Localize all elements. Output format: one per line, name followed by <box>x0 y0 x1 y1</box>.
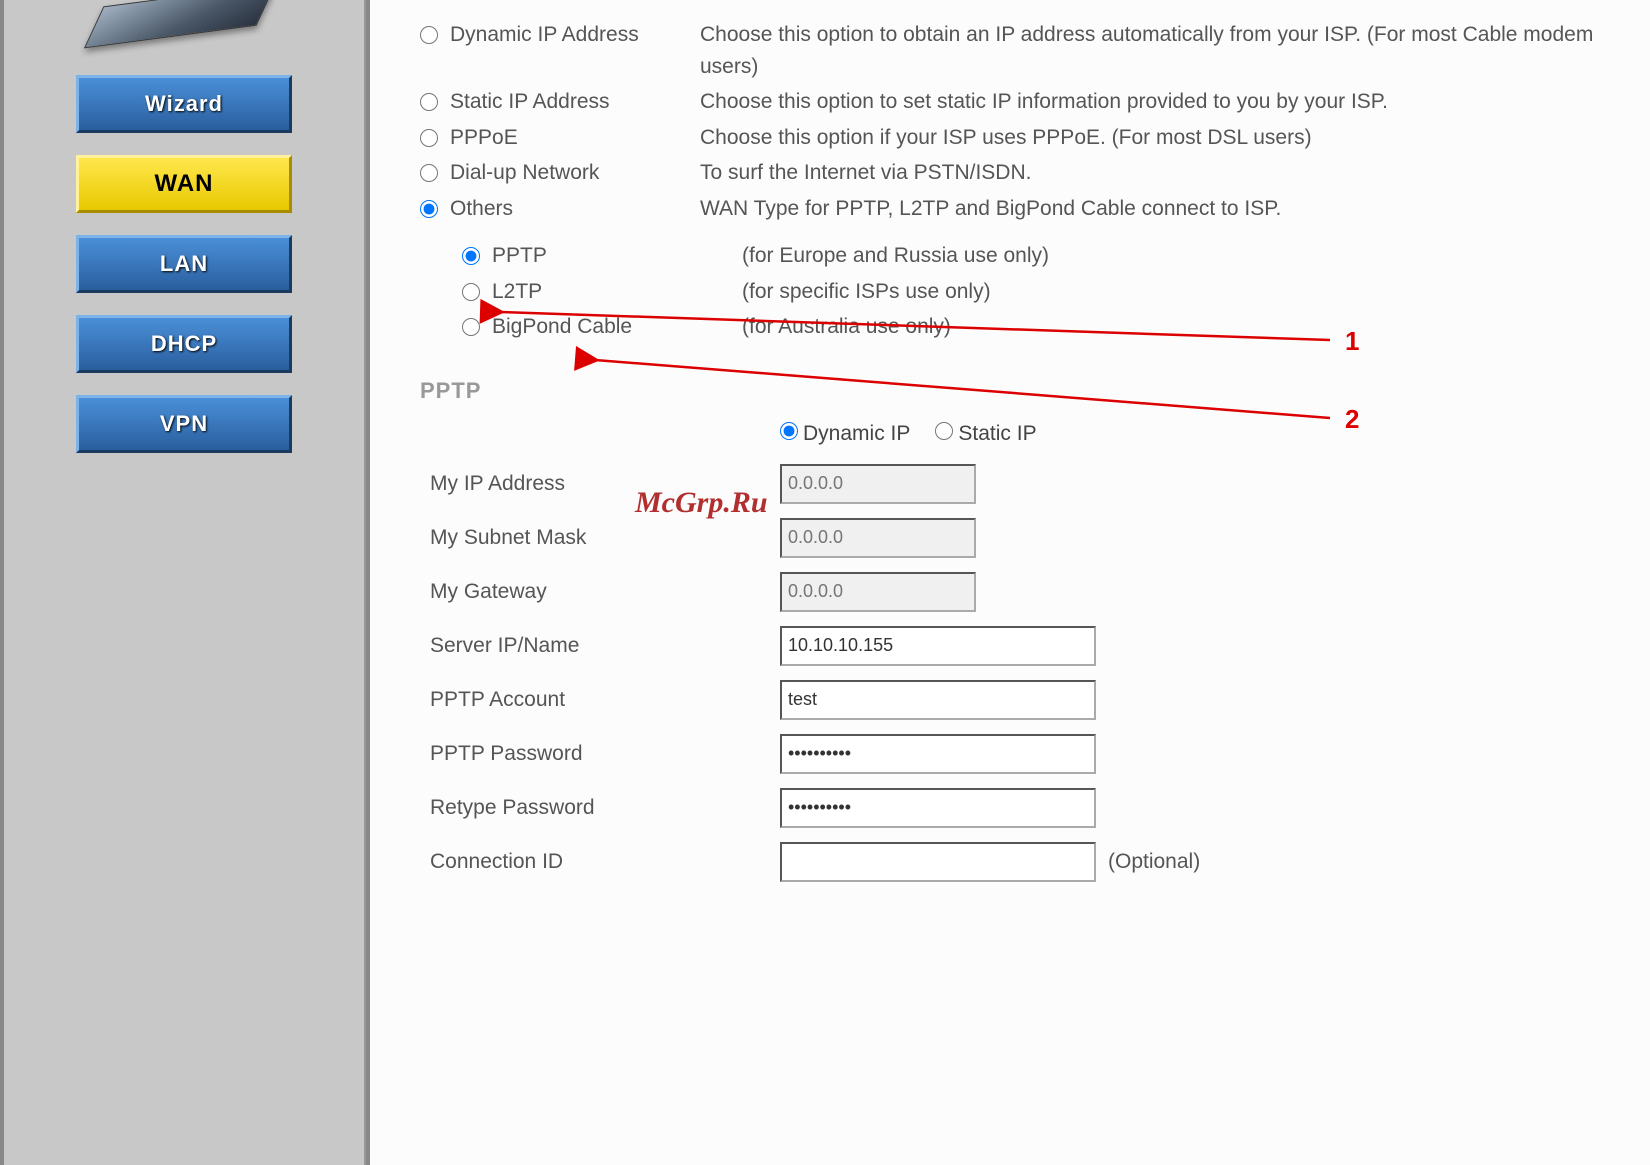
label-bigpond: BigPond Cable <box>492 315 632 339</box>
radio-static-ip[interactable] <box>420 93 438 111</box>
label-l2tp: L2TP <box>492 280 542 304</box>
label-static-ip-mode: Static IP <box>958 422 1036 445</box>
radio-pptp[interactable] <box>462 247 480 265</box>
input-my-subnet[interactable] <box>780 518 976 558</box>
radio-static-ip-mode[interactable] <box>935 422 953 440</box>
input-conn-id[interactable] <box>780 842 1096 882</box>
radio-pppoe[interactable] <box>420 129 438 147</box>
label-server: Server IP/Name <box>420 634 780 658</box>
radio-others[interactable] <box>420 200 438 218</box>
nav-dhcp[interactable]: DHCP <box>76 315 292 373</box>
label-my-ip: My IP Address <box>420 472 780 496</box>
label-password: PPTP Password <box>420 742 780 766</box>
radio-dynamic-ip[interactable] <box>420 26 438 44</box>
sidebar: Wizard WAN LAN DHCP VPN <box>0 0 366 1165</box>
input-my-ip[interactable] <box>780 464 976 504</box>
desc-bigpond: (for Australia use only) <box>742 311 1610 343</box>
label-retype: Retype Password <box>420 796 780 820</box>
input-retype[interactable] <box>780 788 1096 828</box>
router-image <box>94 0 274 45</box>
input-password[interactable] <box>780 734 1096 774</box>
label-dialup: Dial-up Network <box>450 161 599 185</box>
nav-wizard[interactable]: Wizard <box>76 75 292 133</box>
radio-dynamic-ip-mode[interactable] <box>780 422 798 440</box>
radio-bigpond[interactable] <box>462 318 480 336</box>
nav-vpn[interactable]: VPN <box>76 395 292 453</box>
main-content: Dynamic IP Address Choose this option to… <box>366 0 1650 1165</box>
nav-lan[interactable]: LAN <box>76 235 292 293</box>
pptp-section-title: PPTP <box>420 378 1610 404</box>
label-account: PPTP Account <box>420 688 780 712</box>
desc-l2tp: (for specific ISPs use only) <box>742 276 1610 308</box>
label-my-gateway: My Gateway <box>420 580 780 604</box>
radio-dialup[interactable] <box>420 164 438 182</box>
desc-dialup: To surf the Internet via PSTN/ISDN. <box>700 157 1610 189</box>
label-conn-id: Connection ID <box>420 850 780 874</box>
label-dynamic-ip-mode: Dynamic IP <box>803 422 910 445</box>
desc-static-ip: Choose this option to set static IP info… <box>700 86 1610 118</box>
optional-text: (Optional) <box>1108 850 1200 874</box>
input-account[interactable] <box>780 680 1096 720</box>
input-server[interactable] <box>780 626 1096 666</box>
label-others: Others <box>450 197 513 221</box>
label-dynamic-ip: Dynamic IP Address <box>450 23 639 47</box>
label-static-ip: Static IP Address <box>450 90 610 114</box>
label-my-subnet: My Subnet Mask <box>420 526 780 550</box>
label-pptp: PPTP <box>492 244 547 268</box>
desc-dynamic-ip: Choose this option to obtain an IP addre… <box>700 19 1610 82</box>
label-pppoe: PPPoE <box>450 126 518 150</box>
radio-l2tp[interactable] <box>462 283 480 301</box>
desc-pppoe: Choose this option if your ISP uses PPPo… <box>700 122 1610 154</box>
desc-others: WAN Type for PPTP, L2TP and BigPond Cabl… <box>700 193 1610 225</box>
nav-wan[interactable]: WAN <box>76 155 292 213</box>
desc-pptp: (for Europe and Russia use only) <box>742 240 1610 272</box>
input-my-gateway[interactable] <box>780 572 976 612</box>
